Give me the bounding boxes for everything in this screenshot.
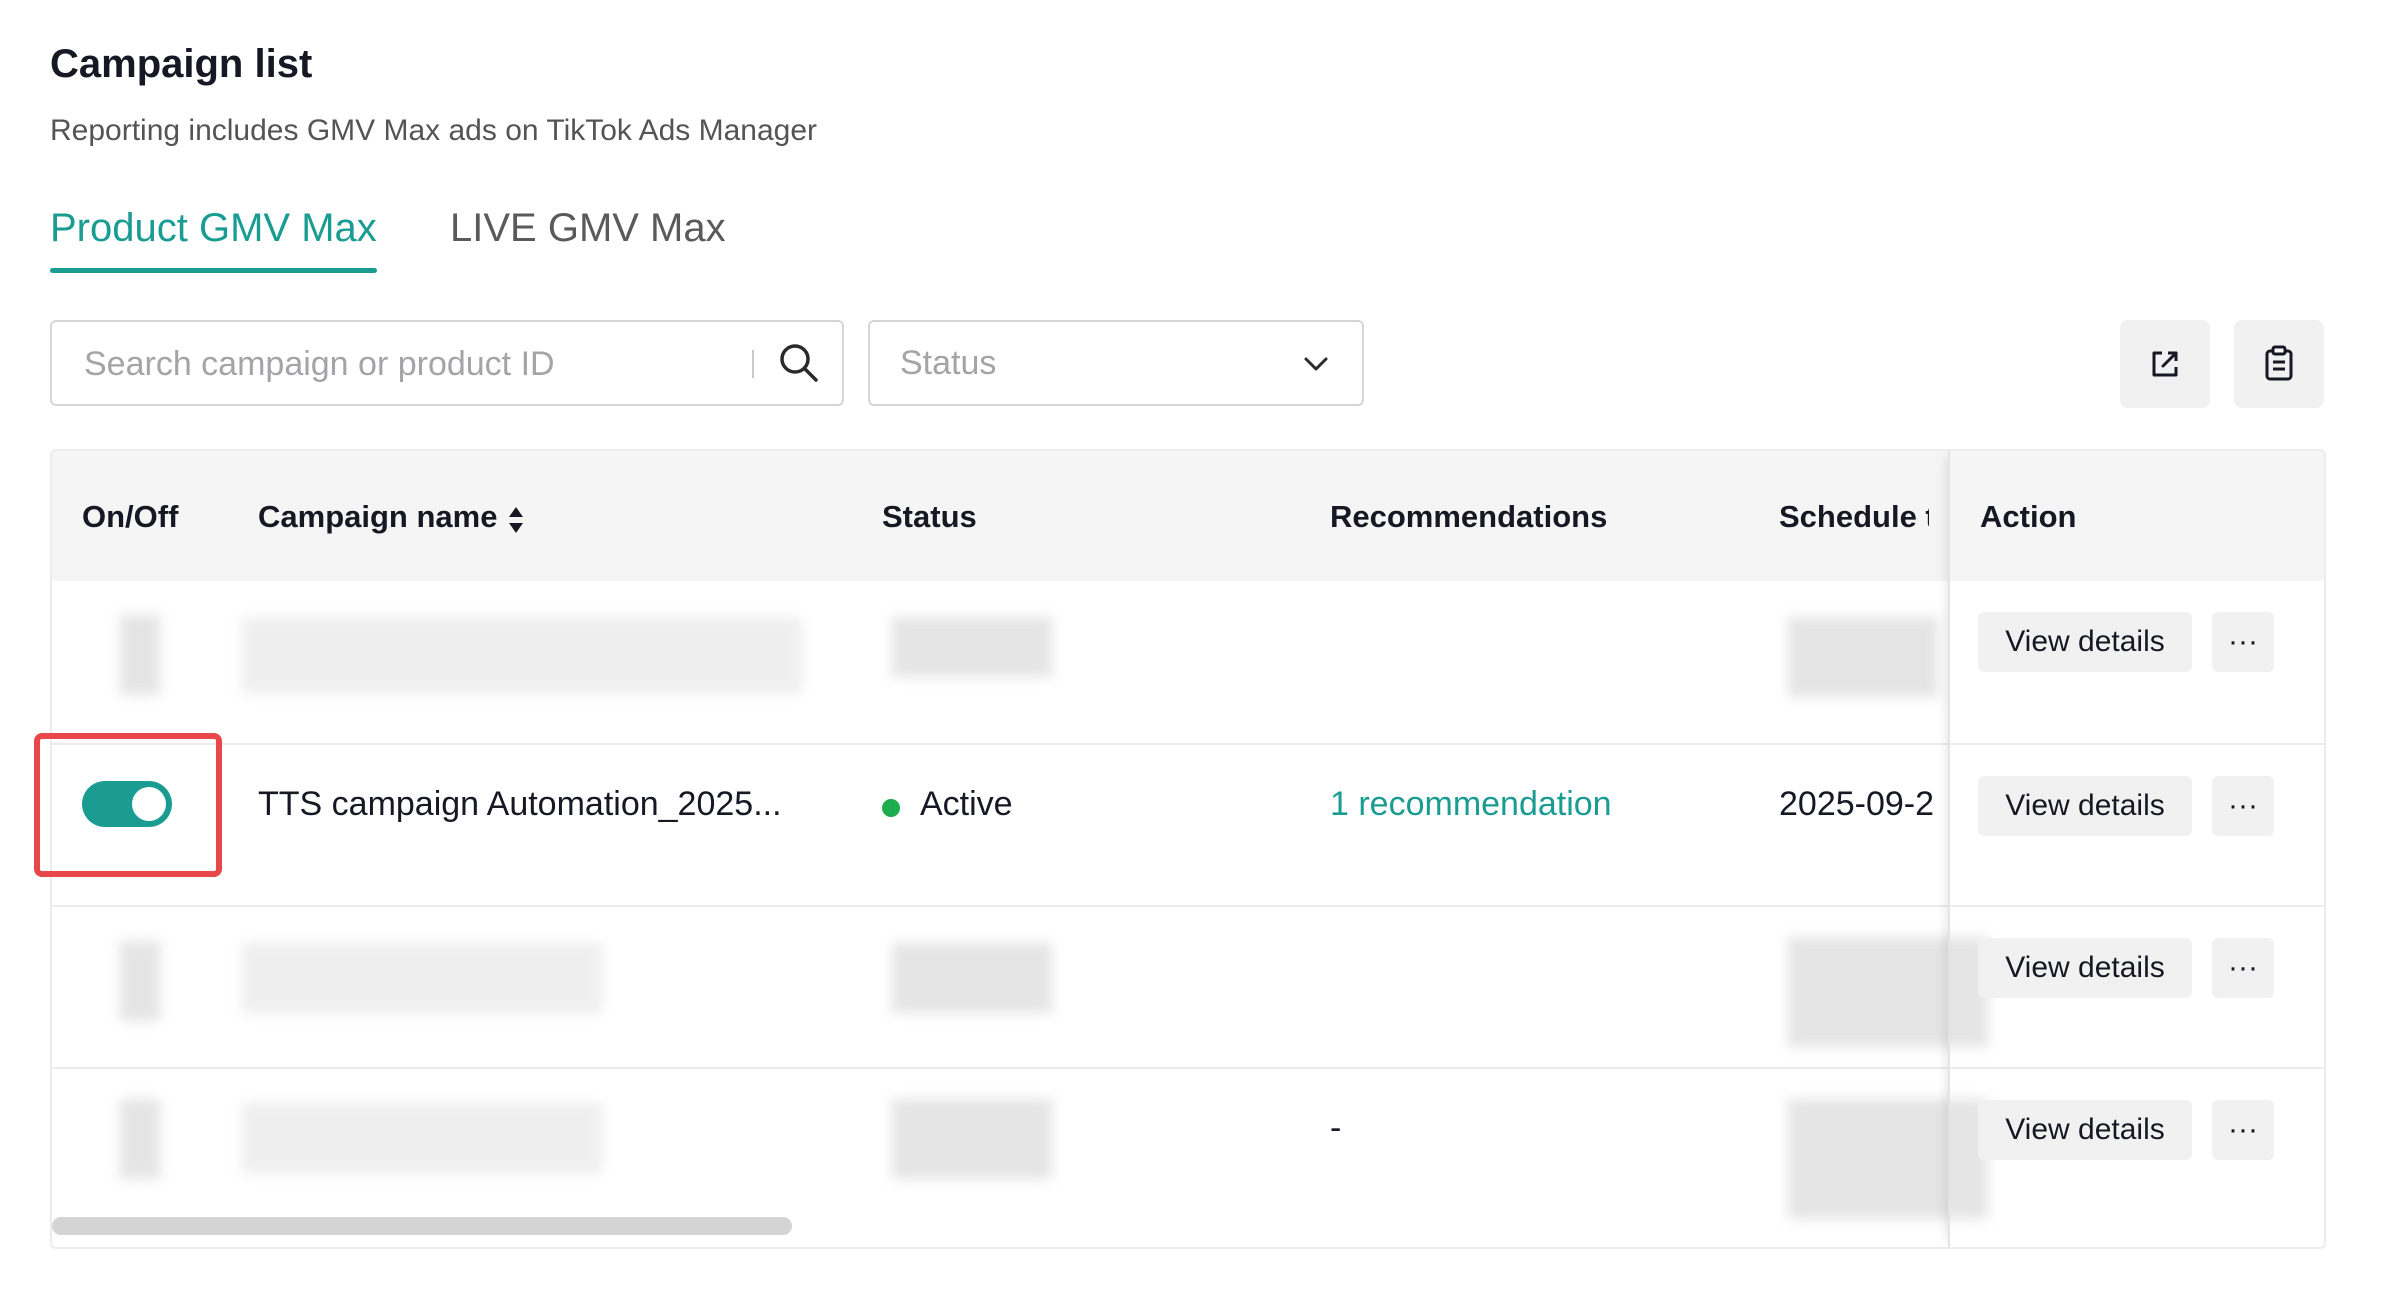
external-link-icon bbox=[2152, 351, 2178, 377]
view-details-button[interactable]: View details bbox=[1978, 1100, 2192, 1160]
page-subtitle: Reporting includes GMV Max ads on TikTok… bbox=[50, 114, 818, 147]
clipboard-icon bbox=[2265, 345, 2293, 381]
status-dot-icon bbox=[882, 799, 900, 817]
redacted-schedule bbox=[1788, 617, 1938, 697]
recommendation-link[interactable]: 1 recommendation bbox=[1330, 785, 1612, 824]
redacted-toggle bbox=[120, 615, 160, 695]
redacted-campaign-name bbox=[242, 617, 802, 693]
recommendation-empty: - bbox=[1330, 1109, 1342, 1147]
column-header-recommendations: Recommendations bbox=[1330, 499, 1608, 534]
sort-icon[interactable] bbox=[506, 503, 526, 537]
redacted-status bbox=[892, 1099, 1052, 1179]
page-title: Campaign list bbox=[50, 42, 313, 86]
table-row: View details ··· bbox=[52, 905, 2324, 1069]
more-actions-button[interactable]: ··· bbox=[2212, 776, 2274, 836]
column-header-action: Action bbox=[1980, 499, 2077, 534]
export-button[interactable] bbox=[2120, 320, 2210, 408]
table-row: TTS campaign Automation_2025... Active 1… bbox=[52, 743, 2324, 907]
campaign-toggle-switch[interactable] bbox=[82, 781, 172, 827]
search-divider bbox=[752, 350, 754, 378]
redacted-toggle bbox=[120, 941, 160, 1021]
column-header-status: Status bbox=[882, 499, 977, 534]
redacted-status bbox=[892, 943, 1052, 1013]
report-button[interactable] bbox=[2234, 320, 2324, 408]
campaign-table: On/Off Campaign name Status Recommendati… bbox=[50, 449, 2326, 1249]
tab-product-gmv-max[interactable]: Product GMV Max bbox=[50, 206, 377, 273]
redacted-campaign-name bbox=[242, 1103, 602, 1173]
redacted-campaign-name bbox=[242, 943, 602, 1013]
status-text: Active bbox=[920, 785, 1013, 823]
horizontal-scrollbar[interactable] bbox=[52, 1217, 792, 1235]
view-details-button[interactable]: View details bbox=[1978, 938, 2192, 998]
redacted-status bbox=[892, 617, 1052, 677]
campaign-name[interactable]: TTS campaign Automation_2025... bbox=[258, 785, 782, 824]
chevron-down-icon bbox=[1304, 357, 1328, 371]
more-actions-button[interactable]: ··· bbox=[2212, 612, 2274, 672]
column-header-campaign-name[interactable]: Campaign name bbox=[258, 499, 497, 535]
view-details-button[interactable]: View details bbox=[1978, 776, 2192, 836]
search-box bbox=[50, 320, 844, 406]
tab-live-gmv-max[interactable]: LIVE GMV Max bbox=[450, 206, 726, 251]
status-select-placeholder: Status bbox=[900, 344, 997, 382]
redacted-schedule bbox=[1788, 1099, 1988, 1219]
search-icon[interactable] bbox=[776, 340, 822, 386]
more-actions-button[interactable]: ··· bbox=[2212, 938, 2274, 998]
column-header-on-off: On/Off bbox=[82, 499, 179, 534]
redacted-schedule bbox=[1788, 937, 1988, 1047]
view-details-button[interactable]: View details bbox=[1978, 612, 2192, 672]
table-header: On/Off Campaign name Status Recommendati… bbox=[52, 451, 2324, 581]
table-row: - View details ··· bbox=[52, 1067, 2324, 1231]
toggle-knob bbox=[132, 787, 166, 821]
campaign-list-page: Campaign list Reporting includes GMV Max… bbox=[0, 0, 2390, 1298]
column-header-schedule-time: Schedule tin bbox=[1779, 499, 1929, 534]
search-input[interactable] bbox=[82, 340, 776, 388]
table-row: View details ··· bbox=[52, 581, 2324, 743]
more-actions-button[interactable]: ··· bbox=[2212, 1100, 2274, 1160]
status-filter-select[interactable]: Status bbox=[868, 320, 1364, 406]
schedule-time: 2025-09-2 bbox=[1779, 785, 1935, 823]
redacted-toggle bbox=[120, 1099, 160, 1179]
